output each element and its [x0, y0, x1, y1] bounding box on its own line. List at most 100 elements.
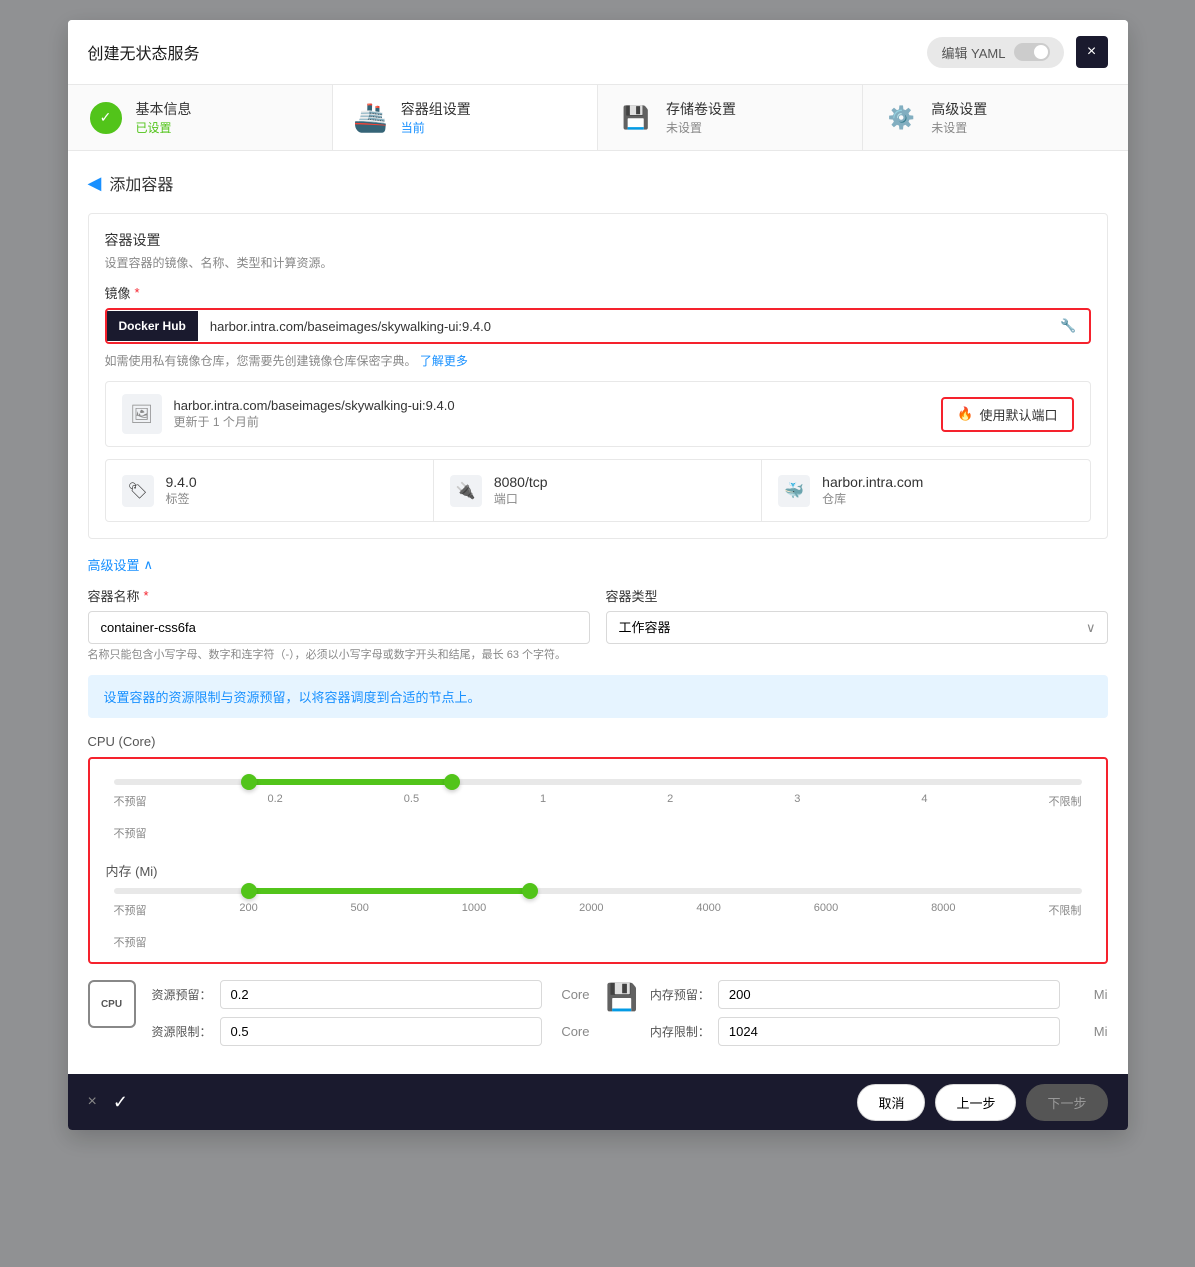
- container-name-type-row: 容器名称 * 名称只能包含小写字母、数字和连字符（-），必须以小写字母或数字开头…: [88, 586, 1108, 663]
- step-basic[interactable]: ✓ 基本信息 已设置: [68, 85, 333, 150]
- step-advanced-status: 未设置: [931, 119, 987, 136]
- resource-info-banner: 设置容器的资源限制与资源预留，以将容器调度到合适的节点上。: [88, 675, 1108, 718]
- image-thumb-icon: 🖼: [122, 394, 162, 434]
- memory-icon: 💾: [606, 982, 638, 1013]
- cpu-limit-input[interactable]: [220, 1017, 542, 1046]
- cancel-button[interactable]: 取消: [857, 1084, 925, 1121]
- steps-bar: ✓ 基本信息 已设置 🚢 容器组设置 当前 💾: [68, 85, 1128, 151]
- registry-value: harbor.intra.com: [822, 474, 923, 490]
- cpu-inputs-group: CPU 资源预留： Core 资源限制： Core: [88, 980, 590, 1054]
- image-label: 镜像 *: [105, 283, 1091, 302]
- memory-slider-fill: [249, 888, 530, 894]
- cpu-icon: CPU: [88, 980, 136, 1028]
- cpu-slider-fill: [249, 779, 452, 785]
- step-advanced-name: 高级设置: [931, 99, 987, 119]
- docker-hub-badge: Docker Hub: [107, 311, 198, 341]
- port-info-item: 🔌 8080/tcp 端口: [434, 460, 762, 521]
- image-input[interactable]: [198, 311, 1048, 342]
- step-basic-icon: ✓: [88, 100, 124, 136]
- cpu-limit-unit: Core: [550, 1024, 590, 1039]
- hint-text: 如需使用私有镜像仓库，您需要先创建镜像仓库保密字典。 了解更多: [105, 352, 1091, 369]
- step-basic-status: 已设置: [136, 119, 192, 136]
- modal-body: ◀ 添加容器 容器设置 设置容器的镜像、名称、类型和计算资源。 镜像 * Doc…: [68, 151, 1128, 1074]
- yaml-toggle-btn[interactable]: 编辑 YAML: [927, 37, 1063, 68]
- registry-info-item: 🐳 harbor.intra.com 仓库: [762, 460, 1089, 521]
- cpu-limit-label: 资源限制：: [152, 1023, 212, 1040]
- step-container-status: 当前: [401, 119, 471, 136]
- mem-reserve-unit: Mi: [1068, 987, 1108, 1002]
- image-input-icon: 🔧: [1048, 310, 1088, 342]
- step-storage[interactable]: 💾 存储卷设置 未设置: [598, 85, 863, 150]
- mem-limit-input[interactable]: [718, 1017, 1060, 1046]
- container-type-group: 容器类型 工作容器: [606, 586, 1108, 663]
- resource-inputs-section: CPU 资源预留： Core 资源限制： Core: [88, 980, 1108, 1054]
- cpu-reserve-label: 资源预留：: [152, 986, 212, 1003]
- memory-slider-labels: 不预留 200 500 1000 2000 4000 6000 8000 不限制: [106, 902, 1090, 918]
- modal-title: 创建无状态服务: [88, 40, 200, 64]
- back-arrow[interactable]: ◀: [88, 173, 102, 194]
- cpu-section-label: CPU (Core): [88, 734, 1108, 749]
- memory-slider-track: [114, 888, 1082, 894]
- tag-icon: 🏷: [122, 475, 154, 507]
- port-icon: 🔌: [450, 475, 482, 507]
- mem-limit-unit: Mi: [1068, 1024, 1108, 1039]
- prev-button[interactable]: 上一步: [935, 1084, 1016, 1121]
- cpu-slider-thumb-right[interactable]: [444, 774, 460, 790]
- step-basic-name: 基本信息: [136, 99, 192, 119]
- mem-reserve-input[interactable]: [718, 980, 1060, 1009]
- footer-cancel-icon[interactable]: ×: [88, 1093, 97, 1111]
- tag-info-item: 🏷 9.4.0 标签: [106, 460, 434, 521]
- cpu-reserve-row: 资源预留： Core: [152, 980, 590, 1009]
- hint-link[interactable]: 了解更多: [420, 354, 468, 368]
- registry-label: 仓库: [822, 490, 923, 507]
- mem-reserve-row: 内存预留： Mi: [650, 980, 1108, 1009]
- container-type-select[interactable]: 工作容器: [606, 611, 1108, 644]
- memory-slider-thumb-left[interactable]: [241, 883, 257, 899]
- container-name-input[interactable]: [88, 611, 590, 644]
- step-container[interactable]: 🚢 容器组设置 当前: [333, 85, 598, 150]
- container-type-select-wrapper[interactable]: 工作容器: [606, 611, 1108, 644]
- step-advanced[interactable]: ⚙️ 高级设置 未设置: [863, 85, 1127, 150]
- container-name-group: 容器名称 * 名称只能包含小写字母、数字和连字符（-），必须以小写字母或数字开头…: [88, 586, 590, 663]
- mem-limit-row: 内存限制： Mi: [650, 1017, 1108, 1046]
- yaml-toggle-label: 编辑 YAML: [941, 43, 1005, 62]
- footer-check-icon[interactable]: ✓: [113, 1092, 128, 1113]
- close-button[interactable]: ×: [1076, 36, 1108, 68]
- step-container-icon: 🚢: [353, 100, 389, 136]
- yaml-toggle-switch[interactable]: [1014, 43, 1050, 61]
- advanced-settings-toggle[interactable]: 高级设置 ∧: [88, 555, 1108, 574]
- section-title-row: ◀ 添加容器: [88, 171, 1108, 195]
- section-title: 添加容器: [109, 171, 173, 195]
- memory-section-label: 内存 (Mi): [106, 861, 1090, 880]
- step-storage-icon: 💾: [618, 100, 654, 136]
- card-title: 容器设置: [105, 230, 1091, 250]
- cpu-slider-thumb-left[interactable]: [241, 774, 257, 790]
- image-info-row: 🏷 9.4.0 标签 🔌 8080/tcp 端口: [105, 459, 1091, 522]
- modal-header: 创建无状态服务 编辑 YAML ×: [68, 20, 1128, 85]
- tag-label: 标签: [166, 490, 197, 507]
- port-label: 端口: [494, 490, 548, 507]
- memory-slider-thumb-right[interactable]: [522, 883, 538, 899]
- step-container-name: 容器组设置: [401, 99, 471, 119]
- memory-slider-row: 不预留 200 500 1000 2000 4000 6000 8000 不限制: [106, 888, 1090, 918]
- image-preview: 🖼 harbor.intra.com/baseimages/skywalking…: [105, 381, 1091, 447]
- cpu-slider-container: 不预留 0.2 0.5 1 2 3 4 不限制 不预留 内存 (Mi): [88, 757, 1108, 964]
- tag-value: 9.4.0: [166, 474, 197, 490]
- container-type-label: 容器类型: [606, 586, 1108, 605]
- cpu-slider-row: 不预留 0.2 0.5 1 2 3 4 不限制: [106, 779, 1090, 809]
- image-preview-time: 更新于 1 个月前: [174, 413, 455, 430]
- card-subtitle: 设置容器的镜像、名称、类型和计算资源。: [105, 254, 1091, 271]
- mem-limit-label: 内存限制：: [650, 1023, 710, 1040]
- next-button[interactable]: 下一步: [1026, 1084, 1107, 1121]
- cpu-slider-labels: 不预留 0.2 0.5 1 2 3 4 不限制: [106, 793, 1090, 809]
- cpu-slider-track: [114, 779, 1082, 785]
- cpu-no-reserve: 不预留: [106, 825, 1090, 841]
- modal-footer: × ✓ 取消 上一步 下一步: [68, 1074, 1128, 1130]
- container-name-hint: 名称只能包含小写字母、数字和连字符（-），必须以小写字母或数字开头和结尾，最长 …: [88, 648, 590, 663]
- cpu-limit-row: 资源限制： Core: [152, 1017, 590, 1046]
- cpu-reserve-input[interactable]: [220, 980, 542, 1009]
- cpu-reserve-unit: Core: [550, 987, 590, 1002]
- memory-no-reserve: 不预留: [106, 934, 1090, 950]
- port-value: 8080/tcp: [494, 474, 548, 490]
- use-default-port-button[interactable]: 🔥 使用默认端口: [941, 397, 1073, 432]
